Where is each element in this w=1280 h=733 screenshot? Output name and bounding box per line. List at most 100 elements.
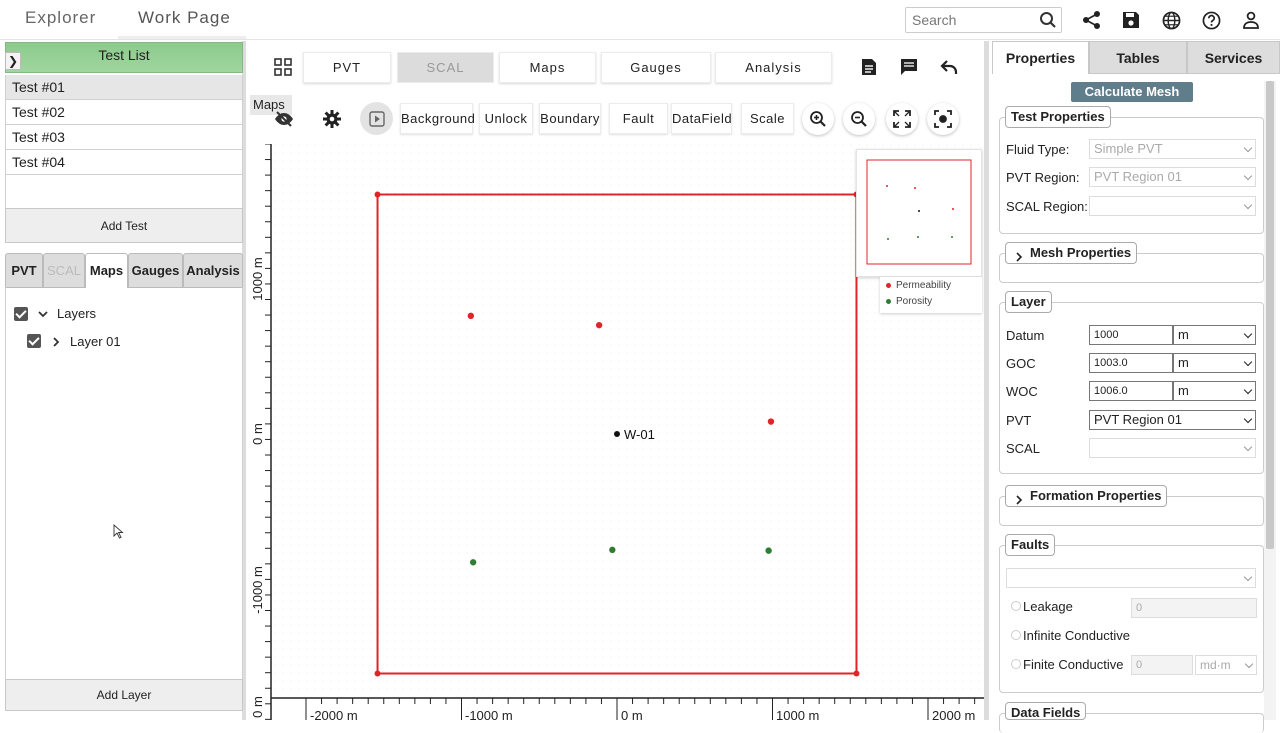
tab-services[interactable]: Services	[1187, 41, 1280, 74]
boundary-vertex	[374, 670, 381, 677]
test-item-04[interactable]: Test #04	[5, 150, 243, 175]
faults-legend[interactable]: Faults	[1005, 534, 1056, 556]
chevron-down-icon	[1243, 171, 1253, 181]
chevron-right-icon	[1014, 491, 1024, 511]
layers-label: Layers	[57, 306, 97, 321]
fault-button[interactable]: Fault	[609, 103, 668, 134]
chevron-down-icon[interactable]	[37, 307, 49, 325]
map-legend: Permeability Porosity	[880, 277, 982, 313]
scale-button[interactable]: Scale	[741, 103, 794, 134]
user-icon[interactable]	[1240, 9, 1262, 31]
grid-icon[interactable]	[274, 58, 292, 81]
chevron-right-icon[interactable]	[50, 335, 62, 353]
y-tick-label: -1000 m	[250, 566, 265, 614]
test-item-01[interactable]: Test #01	[5, 75, 243, 100]
data-point-permeability	[767, 418, 775, 425]
subtab-gauges[interactable]: Gauges	[128, 253, 183, 288]
map-workspace: PVT SCAL Maps Gauges Analysis Maps Backg…	[250, 41, 984, 720]
scal-region-select	[1089, 196, 1256, 216]
add-test-button[interactable]: Add Test	[5, 208, 243, 243]
minimap-point	[917, 236, 919, 238]
finite-conductive-label: Finite Conductive	[1023, 657, 1124, 672]
datum-unit-select[interactable]: m	[1173, 325, 1256, 345]
goc-label: GOC	[1006, 356, 1036, 371]
layers-checkbox[interactable]	[14, 307, 28, 321]
tab-explorer[interactable]: Explorer	[25, 8, 96, 28]
scal-select	[1089, 438, 1256, 458]
settings-gear-icon[interactable]	[322, 109, 342, 134]
tab-analysis[interactable]: Analysis	[715, 52, 832, 83]
fluid-type-label: Fluid Type:	[1006, 142, 1070, 157]
mesh-properties-label: Mesh Properties	[1030, 245, 1132, 260]
expand-panel-button[interactable]: ❯	[5, 52, 21, 70]
play-frame-icon[interactable]	[360, 102, 393, 135]
woc-unit-select[interactable]: m	[1173, 381, 1256, 401]
boundary-vertex	[374, 191, 381, 198]
undo-icon[interactable]	[940, 58, 958, 81]
add-layer-button[interactable]: Add Layer	[5, 679, 243, 711]
chevron-down-icon	[1243, 572, 1253, 582]
mesh-properties-legend[interactable]: Mesh Properties	[1005, 242, 1138, 264]
data-point-porosity	[609, 546, 616, 554]
tab-tables[interactable]: Tables	[1089, 41, 1187, 74]
fit-screen-icon[interactable]	[886, 103, 918, 135]
woc-input[interactable]: 1006.0	[1089, 381, 1173, 401]
tab-work-page[interactable]: Work Page	[138, 8, 231, 28]
layer-01-label[interactable]: Layer 01	[70, 334, 121, 349]
legend-swatch-permeability	[886, 283, 891, 288]
search-input[interactable]	[912, 9, 1032, 31]
legend-label-porosity: Porosity	[896, 296, 933, 307]
hide-eye-icon[interactable]	[274, 110, 294, 133]
globe-icon[interactable]	[1160, 9, 1182, 31]
goc-input[interactable]: 1003.0	[1089, 353, 1173, 373]
minimap-point	[914, 187, 916, 189]
unlock-button[interactable]: Unlock	[479, 103, 533, 134]
y-tick-label: 0 m	[250, 696, 265, 718]
right-panel: Properties Tables Services Calculate Mes…	[984, 41, 1280, 733]
x-tick-label: 0 m	[621, 708, 643, 720]
help-icon[interactable]	[1200, 9, 1222, 31]
focus-center-icon[interactable]	[927, 103, 959, 135]
datum-input[interactable]: 1000	[1089, 325, 1173, 345]
pvt-select[interactable]: PVT Region 01	[1089, 410, 1256, 430]
tab-pvt[interactable]: PVT	[303, 52, 391, 83]
calculate-mesh-button[interactable]: Calculate Mesh	[1071, 82, 1193, 102]
finite-unit-value: md·m	[1200, 658, 1231, 672]
zoom-out-icon[interactable]	[843, 103, 875, 135]
chevron-down-icon	[1243, 357, 1253, 367]
share-icon[interactable]	[1081, 9, 1103, 31]
tab-gauges[interactable]: Gauges	[601, 52, 711, 83]
layer-legend[interactable]: Layer	[1005, 291, 1052, 313]
layer-01-checkbox[interactable]	[27, 334, 41, 348]
comment-icon[interactable]	[900, 58, 918, 81]
tab-maps[interactable]: Maps	[499, 52, 596, 83]
right-scrollbar[interactable]	[1264, 81, 1276, 720]
goc-unit-select[interactable]: m	[1173, 353, 1256, 373]
scrollbar-thumb[interactable]	[1266, 81, 1274, 549]
formation-properties-legend[interactable]: Formation Properties	[1005, 485, 1168, 507]
test-item-03[interactable]: Test #03	[5, 125, 243, 150]
test-list-header: Test List	[5, 42, 243, 73]
boundary-button[interactable]: Boundary	[539, 103, 601, 134]
minimap-point	[951, 236, 953, 238]
subtab-pvt[interactable]: PVT	[5, 253, 43, 288]
document-icon[interactable]	[861, 58, 877, 81]
test-item-02[interactable]: Test #02	[5, 100, 243, 125]
subtab-analysis[interactable]: Analysis	[183, 253, 243, 288]
formation-properties-label: Formation Properties	[1030, 488, 1162, 503]
data-fields-legend[interactable]: Data Fields	[1005, 702, 1087, 720]
leakage-label: Leakage	[1023, 599, 1073, 614]
tab-properties[interactable]: Properties	[992, 41, 1089, 74]
datum-unit-value: m	[1178, 327, 1189, 342]
test-properties-legend[interactable]: Test Properties	[1005, 106, 1111, 128]
save-icon[interactable]	[1120, 9, 1142, 31]
subtab-maps[interactable]: Maps	[85, 253, 128, 288]
zoom-in-icon[interactable]	[802, 103, 834, 135]
goc-unit-value: m	[1178, 355, 1189, 370]
datafield-button[interactable]: DataField	[671, 103, 732, 134]
background-button[interactable]: Background	[400, 103, 475, 134]
test-list-empty-area	[5, 175, 243, 208]
search-icon[interactable]	[1039, 11, 1057, 34]
search-box[interactable]	[905, 7, 1062, 33]
minimap-panel[interactable]	[856, 149, 982, 277]
